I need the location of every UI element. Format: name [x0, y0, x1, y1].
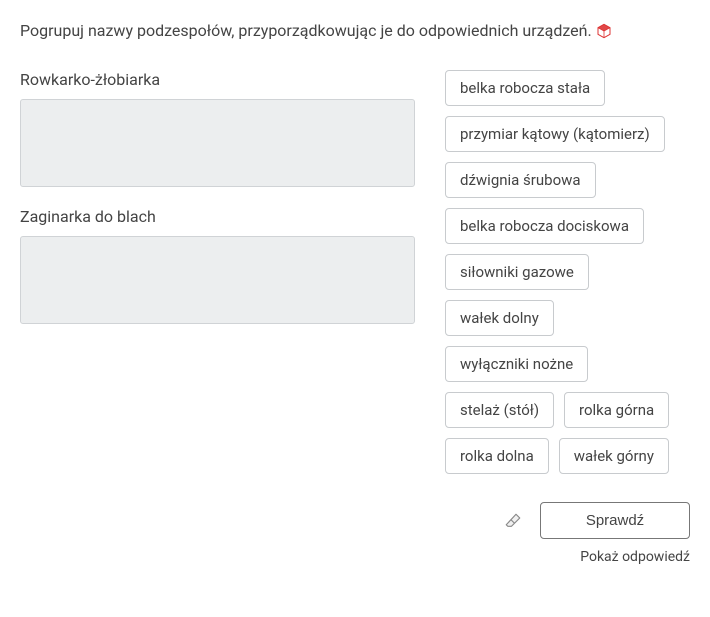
- tag-item[interactable]: dźwignia śrubowa: [445, 162, 596, 198]
- tag-item[interactable]: belka robocza stała: [445, 70, 605, 106]
- tag-item[interactable]: wałek górny: [559, 438, 669, 474]
- tag-item[interactable]: siłowniki gazowe: [445, 254, 589, 290]
- tag-item[interactable]: przymiar kątowy (kątomierz): [445, 116, 665, 152]
- drop-label-0: Rowkarko-żłobiarka: [20, 70, 415, 89]
- tag-item[interactable]: wyłączniki nożne: [445, 346, 588, 382]
- instruction-text: Pogrupuj nazwy podzespołów, przyporządko…: [20, 20, 592, 42]
- tags-container: belka robocza stała przymiar kątowy (kąt…: [445, 70, 690, 474]
- drop-zone-1[interactable]: [20, 236, 415, 324]
- instruction-row: Pogrupuj nazwy podzespołów, przyporządko…: [20, 20, 690, 42]
- tag-item[interactable]: stelaż (stół): [445, 392, 554, 428]
- drop-label-1: Zaginarka do blach: [20, 207, 415, 226]
- tag-item[interactable]: wałek dolny: [445, 300, 554, 336]
- tag-item[interactable]: belka robocza dociskowa: [445, 208, 644, 244]
- show-answer-link[interactable]: Pokaż odpowiedź: [580, 549, 690, 565]
- drop-group-1: Zaginarka do blach: [20, 207, 415, 324]
- drop-zone-0[interactable]: [20, 99, 415, 187]
- tags-column: belka robocza stała przymiar kątowy (kąt…: [445, 70, 690, 474]
- check-button[interactable]: Sprawdź: [540, 502, 690, 539]
- eraser-icon[interactable]: [504, 512, 522, 530]
- drop-zones-column: Rowkarko-żłobiarka Zaginarka do blach: [20, 70, 415, 344]
- drop-group-0: Rowkarko-żłobiarka: [20, 70, 415, 187]
- tag-item[interactable]: rolka dolna: [445, 438, 549, 474]
- cube-icon[interactable]: [596, 23, 612, 39]
- footer-controls: Sprawdź: [20, 502, 690, 539]
- tag-item[interactable]: rolka górna: [564, 392, 669, 428]
